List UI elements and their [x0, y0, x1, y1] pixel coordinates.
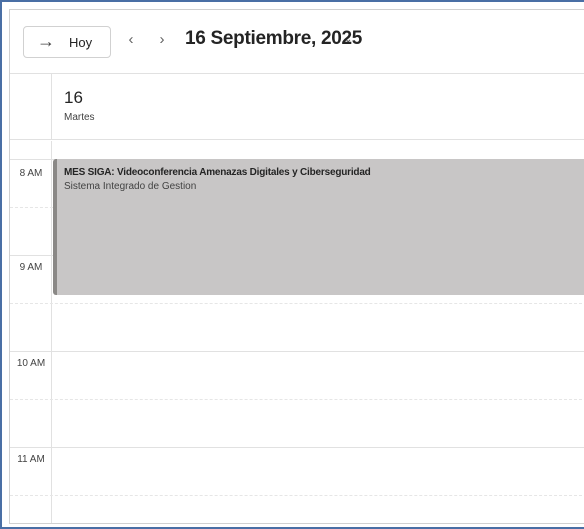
day-time-grid[interactable]: 8 AM 9 AM 10 AM 11 AM MES SIGA: Videocon… — [10, 141, 584, 523]
event-subtitle: Sistema Integrado de Gestion — [64, 181, 197, 192]
hour-line — [10, 351, 584, 352]
hour-line — [10, 447, 584, 448]
half-hour-line — [10, 399, 584, 400]
calendar-event[interactable]: MES SIGA: Videoconferencia Amenazas Digi… — [53, 159, 584, 295]
hour-label: 8 AM — [19, 168, 43, 179]
calendar-panel: → Hoy ‹ › 16 Septiembre, 2025 ⌄ 16 Marte… — [9, 9, 584, 524]
day-number[interactable]: 16 — [64, 88, 83, 108]
chevron-right-icon[interactable]: › — [154, 31, 170, 48]
chevron-down-icon[interactable]: ⌄ — [344, 34, 352, 45]
hour-label: 9 AM — [19, 262, 43, 273]
event-title: MES SIGA: Videoconferencia Amenazas Digi… — [64, 167, 371, 178]
arrow-right-icon: → — [37, 31, 55, 51]
hour-label: 10 AM — [16, 358, 46, 369]
date-picker-title[interactable]: 16 Septiembre, 2025 — [185, 28, 362, 50]
day-weekday: Martes — [64, 112, 95, 123]
time-gutter — [10, 141, 52, 523]
today-button[interactable]: → Hoy — [23, 26, 111, 58]
today-button-label: Hoy — [69, 35, 93, 50]
day-header: 16 Martes — [10, 74, 584, 140]
calendar-toolbar: → Hoy ‹ › 16 Septiembre, 2025 ⌄ — [10, 10, 584, 74]
chevron-left-icon[interactable]: ‹ — [123, 31, 139, 48]
time-gutter-header — [10, 74, 52, 140]
hour-label: 11 AM — [17, 454, 45, 465]
half-hour-line — [10, 495, 584, 496]
calendar-window-frame: → Hoy ‹ › 16 Septiembre, 2025 ⌄ 16 Marte… — [0, 0, 584, 529]
half-hour-line — [10, 303, 584, 304]
